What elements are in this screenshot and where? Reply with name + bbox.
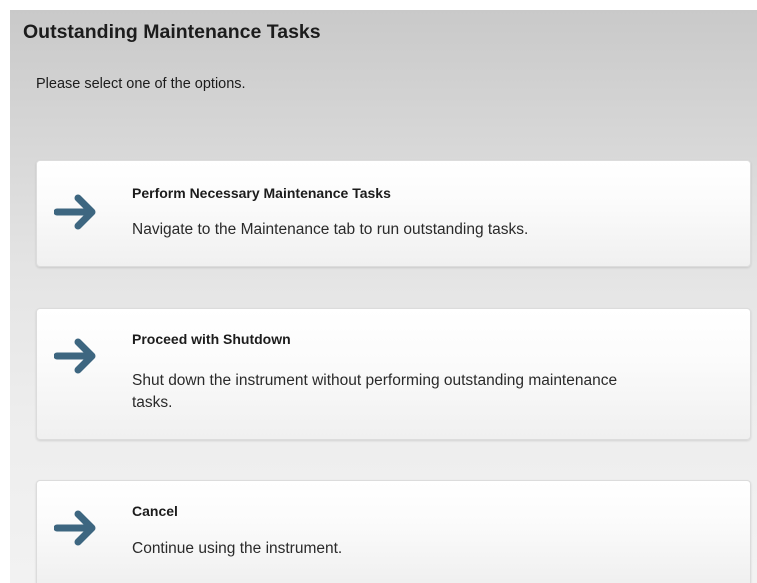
arrow-right-icon xyxy=(54,338,96,374)
cancel-option[interactable]: Cancel Continue using the instrument. xyxy=(36,480,751,583)
maintenance-dialog: Outstanding Maintenance Tasks Please sel… xyxy=(10,10,757,583)
proceed-shutdown-option[interactable]: Proceed with Shutdown Shut down the inst… xyxy=(36,308,751,440)
dialog-title: Outstanding Maintenance Tasks xyxy=(23,21,321,43)
option-label: Cancel xyxy=(132,503,178,519)
dialog-instructions: Please select one of the options. xyxy=(36,76,246,92)
option-label: Perform Necessary Maintenance Tasks xyxy=(132,185,391,201)
option-label: Proceed with Shutdown xyxy=(132,331,291,347)
option-description: Continue using the instrument. xyxy=(132,540,343,557)
option-description: Shut down the instrument without perform… xyxy=(132,372,618,411)
arrow-right-icon xyxy=(54,510,96,546)
option-description: Navigate to the Maintenance tab to run o… xyxy=(132,221,529,238)
arrow-right-icon xyxy=(54,194,96,230)
perform-maintenance-option[interactable]: Perform Necessary Maintenance Tasks Navi… xyxy=(36,160,751,267)
